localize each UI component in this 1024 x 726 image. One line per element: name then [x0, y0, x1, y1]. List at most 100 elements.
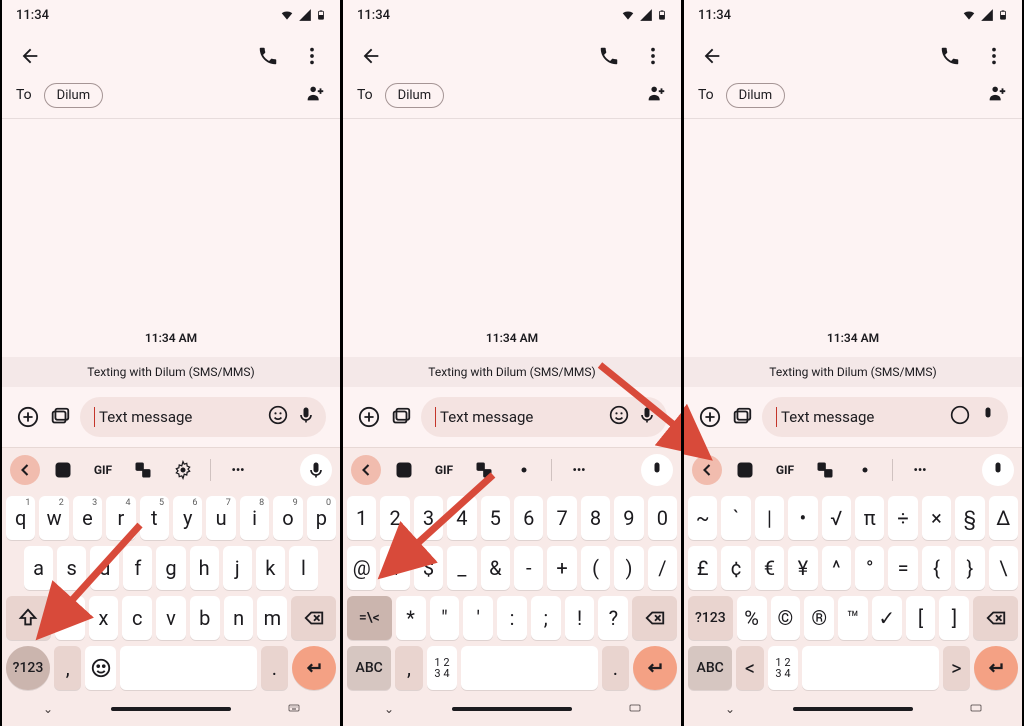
key-bullet[interactable]: • [788, 496, 817, 540]
comma-key[interactable]: , [395, 646, 422, 690]
nav-chevron-icon[interactable]: ⌄ [369, 702, 409, 716]
gif-button[interactable]: GIF [86, 453, 120, 487]
key-excl[interactable]: ! [565, 596, 595, 640]
translate-icon[interactable] [467, 453, 501, 487]
kb-back-icon[interactable] [692, 455, 722, 485]
key-slash[interactable]: / [648, 546, 677, 590]
more-icon[interactable]: ••• [562, 453, 596, 487]
sticker-icon[interactable] [387, 453, 421, 487]
more-button[interactable] [974, 36, 1014, 76]
key-a[interactable]: a [24, 546, 53, 590]
gallery-button[interactable] [730, 405, 754, 429]
more-button[interactable] [292, 36, 332, 76]
more-icon[interactable]: ••• [221, 453, 255, 487]
key-u[interactable]: u7 [206, 496, 235, 540]
key-k[interactable]: k [256, 546, 285, 590]
key-pound[interactable]: £ [688, 546, 717, 590]
compose-input[interactable]: Text message [421, 397, 667, 437]
settings-icon[interactable] [507, 453, 541, 487]
gif-button[interactable]: GIF [768, 453, 802, 487]
key-d[interactable]: d [90, 546, 119, 590]
numpad-key[interactable]: 1 23 4 [427, 646, 458, 690]
call-button[interactable] [589, 36, 629, 76]
backspace-key[interactable] [291, 596, 336, 640]
key-sqrt[interactable]: √ [822, 496, 851, 540]
key-underscore[interactable]: _ [447, 546, 476, 590]
comma-key[interactable]: , [54, 646, 81, 690]
emoji-button[interactable] [268, 405, 288, 429]
emoji-key[interactable] [85, 646, 116, 690]
key-squote[interactable]: ' [463, 596, 493, 640]
key-g[interactable]: g [156, 546, 185, 590]
key-0[interactable]: 0 [648, 496, 677, 540]
greater-key[interactable]: > [943, 646, 970, 690]
nav-chevron-icon[interactable]: ⌄ [28, 702, 68, 716]
add-person-button[interactable] [645, 82, 667, 108]
recipient-chip[interactable]: Dilum [726, 83, 785, 108]
key-star[interactable]: * [396, 596, 426, 640]
key-hash[interactable]: # [380, 546, 409, 590]
key-2[interactable]: 2 [380, 496, 409, 540]
key-section[interactable]: § [955, 496, 984, 540]
backspace-key[interactable] [632, 596, 677, 640]
nav-pill[interactable] [452, 707, 572, 711]
compose-input[interactable]: Text message [80, 397, 326, 437]
keyboard-switch-icon[interactable] [274, 702, 314, 717]
key-w[interactable]: w2 [39, 496, 68, 540]
key-o[interactable]: o9 [273, 496, 302, 540]
translate-icon[interactable] [126, 453, 160, 487]
add-person-button[interactable] [304, 82, 326, 108]
key-5[interactable]: 5 [481, 496, 510, 540]
key-lbrace[interactable]: { [922, 546, 951, 590]
key-e[interactable]: e3 [73, 496, 102, 540]
key-degree[interactable]: ° [855, 546, 884, 590]
key-t[interactable]: t5 [140, 496, 169, 540]
key-v[interactable]: v [156, 596, 186, 640]
key-f[interactable]: f [123, 546, 152, 590]
mic-icon[interactable] [300, 454, 332, 486]
key-backslash[interactable]: \ [989, 546, 1018, 590]
key-lbracket[interactable]: [ [906, 596, 936, 640]
key-delta[interactable]: Δ [989, 496, 1018, 540]
mic-icon[interactable] [982, 454, 1014, 486]
key-amp[interactable]: & [481, 546, 510, 590]
key-l[interactable]: l [289, 546, 318, 590]
voice-message-button[interactable] [978, 405, 998, 429]
mode-switch-key[interactable]: ABC [347, 646, 391, 690]
period-key[interactable]: . [602, 646, 629, 690]
nav-pill[interactable] [111, 707, 231, 711]
back-button[interactable] [351, 36, 391, 76]
key-n[interactable]: n [224, 596, 254, 640]
key-7[interactable]: 7 [547, 496, 576, 540]
key-question[interactable]: ? [598, 596, 628, 640]
add-person-button[interactable] [986, 82, 1008, 108]
key-euro[interactable]: € [755, 546, 784, 590]
key-check[interactable]: ✓ [872, 596, 902, 640]
call-button[interactable] [248, 36, 288, 76]
key-y[interactable]: y6 [173, 496, 202, 540]
backspace-key[interactable] [973, 596, 1018, 640]
emoji-button[interactable] [950, 405, 970, 429]
key-4[interactable]: 4 [447, 496, 476, 540]
key-rbrace[interactable]: } [955, 546, 984, 590]
key-rbracket[interactable]: ] [939, 596, 969, 640]
key-m[interactable]: m [257, 596, 287, 640]
key-c[interactable]: c [122, 596, 152, 640]
kb-back-icon[interactable] [351, 455, 381, 485]
key-p[interactable]: p0 [307, 496, 336, 540]
key-dollar[interactable]: $ [414, 546, 443, 590]
key-caret[interactable]: ^ [822, 546, 851, 590]
add-button[interactable] [16, 405, 40, 429]
key-9[interactable]: 9 [614, 496, 643, 540]
gallery-button[interactable] [48, 405, 72, 429]
key-equals[interactable]: = [888, 546, 917, 590]
keyboard-switch-icon[interactable] [615, 702, 655, 717]
more-button[interactable] [633, 36, 673, 76]
nav-chevron-icon[interactable]: ⌄ [710, 702, 750, 716]
key-pipe[interactable]: | [755, 496, 784, 540]
key-copyright[interactable]: © [771, 596, 801, 640]
more-icon[interactable]: ••• [903, 453, 937, 487]
space-key[interactable] [802, 646, 938, 690]
enter-key[interactable] [292, 646, 336, 690]
key-x[interactable]: x [89, 596, 119, 640]
